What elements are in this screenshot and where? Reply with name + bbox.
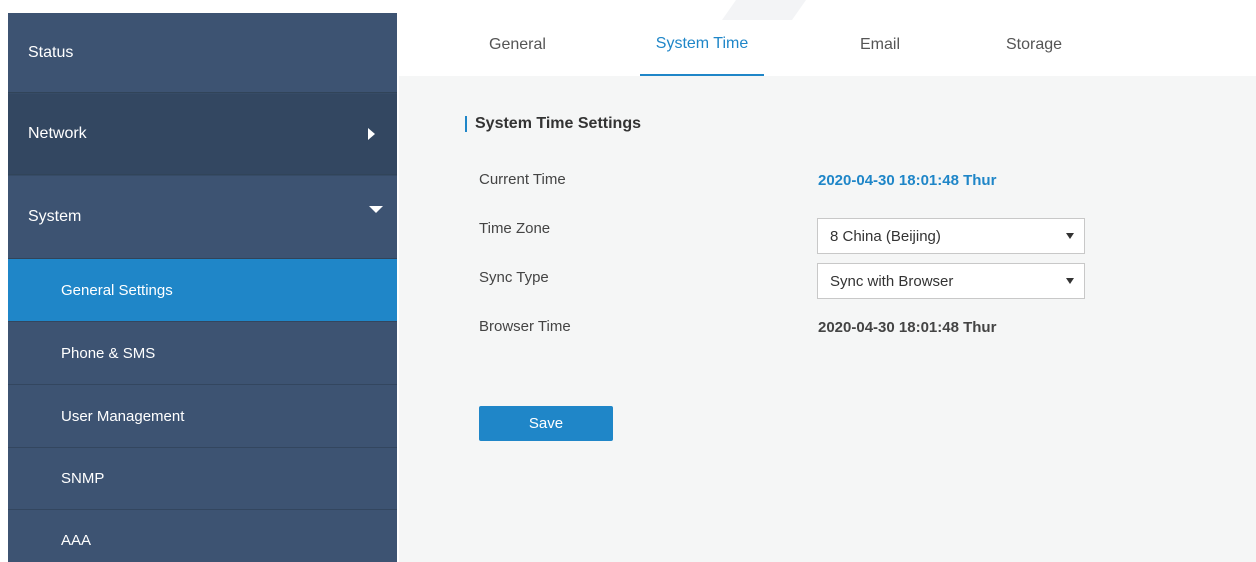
sidebar-item-snmp[interactable]: SNMP [8, 448, 397, 510]
main-panel: General System Time Email Storage System… [399, 0, 1256, 562]
sidebar-item-aaa[interactable]: AAA [8, 510, 397, 562]
sidebar-item-phone-sms[interactable]: Phone & SMS [8, 322, 397, 385]
sidebar-item-label: System [28, 208, 82, 225]
current-time-value: 2020-04-30 18:01:48 Thur [818, 172, 997, 189]
sync-type-select[interactable]: Sync with Browser [817, 263, 1085, 299]
sidebar-item-label: AAA [61, 532, 92, 549]
tab-general[interactable]: General [465, 13, 570, 76]
time-zone-select[interactable]: 8 China (Beijing) [817, 218, 1085, 254]
right-arrow-icon [368, 128, 375, 140]
tab-label: General [489, 35, 546, 53]
sidebar-item-status[interactable]: Status [8, 13, 397, 93]
sync-type-selected: Sync with Browser [830, 272, 954, 290]
tab-storage[interactable]: Storage [984, 13, 1084, 76]
section-title: System Time Settings [465, 116, 641, 132]
sidebar-item-label: SNMP [61, 470, 105, 487]
down-arrow-icon [369, 206, 383, 213]
tab-label: Storage [1005, 35, 1063, 53]
time-zone-selected: 8 China (Beijing) [830, 227, 941, 245]
tab-bar: General System Time Email Storage [399, 0, 1256, 76]
tab-label: System Time [655, 34, 749, 52]
sidebar-item-label: User Management [61, 407, 185, 425]
browser-time-label: Browser Time [479, 318, 571, 335]
tab-email[interactable]: Email [835, 13, 925, 76]
save-button[interactable]: Save [479, 406, 613, 441]
sidebar-item-system[interactable]: System [8, 176, 397, 259]
time-zone-label: Time Zone [479, 220, 551, 237]
caret-down-icon [1066, 278, 1074, 284]
sidebar-item-general-settings[interactable]: General Settings [8, 259, 397, 322]
sidebar-item-user-management[interactable]: User Management [8, 385, 397, 448]
sidebar-item-label: General Settings [61, 281, 173, 299]
current-time-label: Current Time [479, 171, 566, 188]
app-frame: Status Network System General Settings P… [0, 0, 1256, 562]
sidebar-item-label: Phone & SMS [61, 344, 156, 362]
sidebar-item-label: Network [28, 125, 87, 142]
sidebar: Status Network System General Settings P… [8, 13, 397, 562]
tab-system-time[interactable]: System Time [640, 13, 764, 76]
sync-type-label: Sync Type [479, 269, 549, 286]
tab-label: Email [859, 35, 900, 53]
sidebar-item-label: Status [28, 43, 74, 61]
sidebar-item-network[interactable]: Network [8, 94, 397, 175]
browser-time-value: 2020-04-30 18:01:48 Thur [818, 319, 997, 336]
caret-down-icon [1066, 233, 1074, 239]
